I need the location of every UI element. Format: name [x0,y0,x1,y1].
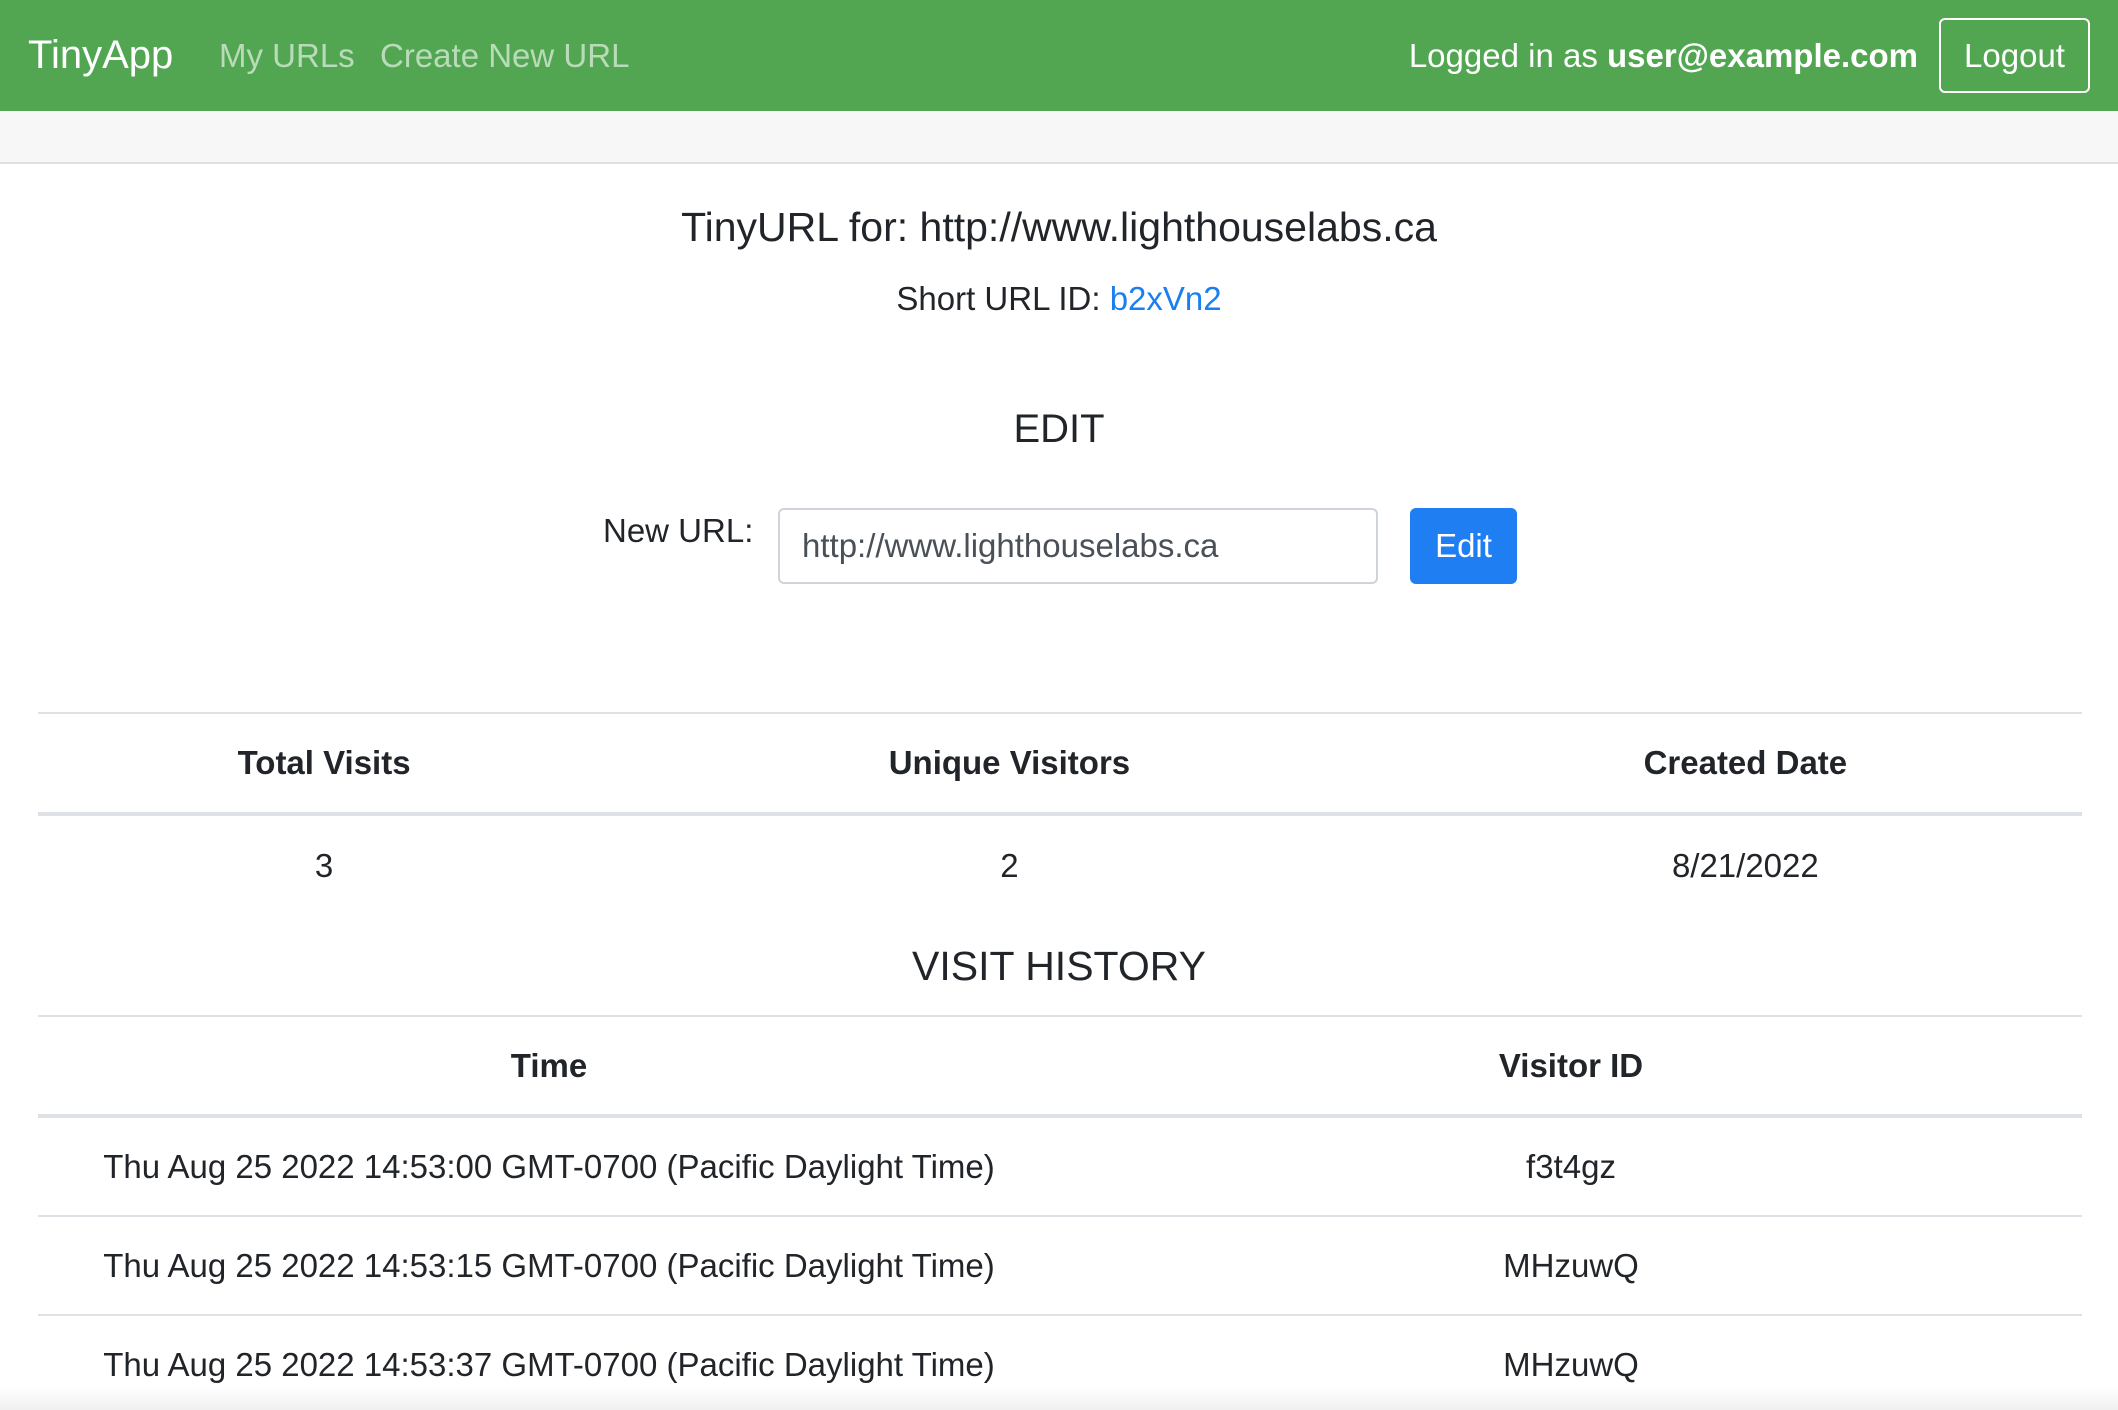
visit-time: Thu Aug 25 2022 14:53:15 GMT-0700 (Pacif… [38,1216,1060,1316]
sub-bar [0,111,2118,164]
header-time: Time [38,1015,1060,1118]
unique-visitors-value: 2 [1000,846,1019,884]
total-visits-value: 3 [314,846,334,884]
visitor-id: MHzuwQ [1060,1216,2082,1316]
nav-create-new-url[interactable]: Create New URL [380,0,629,111]
visit-history-heading: VISIT HISTORY [912,943,1206,989]
header-total-visits: Total Visits [38,712,611,816]
page: TinyApp My URLs Create New URL Logged in… [0,0,2118,1410]
created-date-value: 8/21/2022 [1671,846,1819,884]
table-row: Thu Aug 25 2022 14:53:15 GMT-0700 (Pacif… [38,1216,2082,1316]
header-unique-visitors: Unique Visitors [610,712,1409,816]
edit-button[interactable]: Edit [1410,508,1517,584]
new-url-input[interactable] [778,508,1378,584]
user-email: user@example.com [1607,37,1918,74]
login-status: Logged in as user@example.com [1409,0,1918,111]
bottom-shadow [0,1386,2118,1410]
login-prefix: Logged in as [1408,37,1607,74]
stats-header-row: Total Visits Unique Visitors Created Dat… [38,712,2082,816]
header-created-date: Created Date [1408,712,2082,816]
navbar: TinyApp My URLs Create New URL Logged in… [0,0,2118,111]
main-content: TinyURL for: http://www.lighthouselabs.c… [0,164,2118,1410]
visitor-id: f3t4gz [1060,1116,2082,1217]
logout-button[interactable]: Logout [1939,18,2090,93]
brand-link[interactable]: TinyApp [28,0,173,111]
visit-time: Thu Aug 25 2022 14:53:00 GMT-0700 (Pacif… [38,1116,1060,1217]
short-id-link[interactable]: b2xVn2 [1110,280,1222,317]
table-row: Thu Aug 25 2022 14:53:00 GMT-0700 (Pacif… [38,1116,2082,1217]
short-id-label: Short URL ID: [896,280,1110,317]
nav-my-urls[interactable]: My URLs [219,0,355,111]
short-url-id: Short URL ID: b2xVn2 [0,280,2118,318]
header-visitor-id: Visitor ID [1060,1015,2082,1118]
new-url-label: New URL: [603,512,754,549]
edit-heading: EDIT [1013,407,1105,451]
stats-table: Total Visits Unique Visitors Created Dat… [38,712,2082,915]
stats-row: 3 2 8/21/2022 [38,814,2082,915]
history-header-row: Time Visitor ID [38,1015,2082,1118]
visit-history-table: Time Visitor ID Thu Aug 25 2022 14:53:00… [38,1015,2082,1410]
page-title: TinyURL for: http://www.lighthouselabs.c… [681,204,1437,250]
